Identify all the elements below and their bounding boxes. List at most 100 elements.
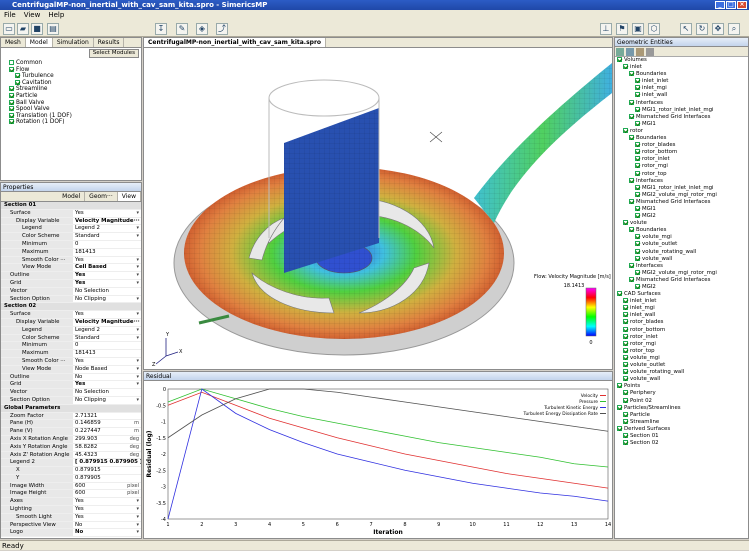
model-tree-item[interactable]: Particle: [3, 92, 141, 100]
dropdown-arrow-icon[interactable]: ▾: [136, 498, 139, 505]
geo-tree-item[interactable]: Derived Surfaces: [617, 425, 748, 433]
checkbox[interactable]: [623, 298, 628, 304]
checkbox[interactable]: [635, 92, 640, 98]
geo-tree-item[interactable]: Section 01: [617, 432, 748, 440]
checkbox[interactable]: [623, 305, 628, 311]
dropdown-arrow-icon[interactable]: ▾: [136, 522, 139, 529]
property-value[interactable]: 58.8282 deg: [73, 444, 141, 451]
dropdown-arrow-icon[interactable]: ▾: [136, 506, 139, 513]
property-value[interactable]: Legend 2 ▾: [73, 327, 141, 334]
edit-icon[interactable]: ✎: [176, 23, 188, 35]
property-value[interactable]: Yes ▾: [73, 257, 141, 264]
geo-tree-item[interactable]: MGI2_volute_mgi_rotor_mgi: [617, 269, 748, 277]
property-value[interactable]: 600 pixel: [73, 483, 141, 490]
dropdown-arrow-icon[interactable]: ▾: [136, 280, 139, 287]
close-button[interactable]: ×: [737, 1, 747, 9]
checkbox[interactable]: [623, 347, 628, 353]
checkbox[interactable]: [629, 177, 634, 183]
property-value[interactable]: Standard ▾: [73, 233, 141, 240]
property-row[interactable]: Smooth Light Yes ▾: [1, 513, 141, 522]
model-tree-item[interactable]: Rotation (1 DOF): [3, 119, 141, 126]
import-icon[interactable]: ↧: [155, 23, 167, 35]
filter-icon[interactable]: [646, 48, 654, 56]
dropdown-arrow-icon[interactable]: ▾: [136, 257, 139, 264]
property-row[interactable]: Image Width 600 pixel: [1, 482, 141, 491]
model-tree-item[interactable]: Spool Valve: [3, 106, 141, 113]
property-row[interactable]: Smooth Color ··· Yes ▾: [1, 357, 141, 366]
tab-results[interactable]: Results: [94, 38, 125, 47]
dropdown-arrow-icon[interactable]: ▾: [136, 233, 139, 240]
checkbox[interactable]: [617, 425, 622, 431]
checkbox[interactable]: [9, 86, 14, 92]
run-chart-icon[interactable]: ⤴: [216, 23, 228, 35]
property-row[interactable]: X 0.879915: [1, 467, 141, 475]
checkbox[interactable]: [617, 291, 622, 297]
property-row[interactable]: Outline Yes ▾: [1, 272, 141, 280]
new-file-icon[interactable]: ▭: [3, 23, 15, 35]
property-row[interactable]: View Mode Cell Based ▾: [1, 264, 141, 273]
property-value[interactable]: Node Based ▾: [73, 366, 141, 373]
property-row[interactable]: Smooth Color ··· Yes ▾: [1, 256, 141, 265]
dropdown-arrow-icon[interactable]: ▾: [136, 366, 139, 373]
property-row[interactable]: Section Option No Clipping ▾: [1, 396, 141, 405]
geo-tree-item[interactable]: Boundaries: [617, 227, 748, 234]
property-row[interactable]: Y 0.879905: [1, 474, 141, 483]
zoom-icon[interactable]: ⌕: [728, 23, 740, 35]
checkbox[interactable]: [629, 135, 634, 141]
dropdown-arrow-icon[interactable]: ▾: [136, 264, 139, 271]
property-row[interactable]: Legend Legend 2 ▾: [1, 225, 141, 234]
checkbox[interactable]: [617, 383, 622, 389]
model-tree-item[interactable]: Turbulence: [3, 73, 141, 80]
geo-tree-item[interactable]: Point 02: [617, 397, 748, 405]
property-row[interactable]: Grid Yes ▾: [1, 279, 141, 288]
rotate-icon[interactable]: ↻: [696, 23, 708, 35]
geo-tree-item[interactable]: Boundaries: [617, 71, 748, 78]
property-value[interactable]: [ 0.879915 0.879905 ]: [73, 459, 141, 466]
checkbox[interactable]: [635, 205, 640, 211]
property-row[interactable]: Color Scheme Standard ▾: [1, 233, 141, 241]
property-row[interactable]: Section 01: [1, 202, 141, 210]
tab-viewport-file[interactable]: CentrifugalMP-non_inertial_with_cav_sam_…: [144, 38, 327, 47]
geo-tree-item[interactable]: volute_mgi: [617, 234, 748, 241]
checkbox[interactable]: [9, 106, 14, 112]
geo-tree-item[interactable]: rotor_inlet: [617, 156, 748, 163]
tab-mesh[interactable]: Mesh: [1, 38, 26, 47]
property-value[interactable]: 181413: [73, 350, 141, 357]
property-value[interactable]: Yes ▾: [73, 272, 141, 279]
property-value[interactable]: No Clipping ▾: [73, 296, 141, 303]
checkbox[interactable]: [629, 198, 634, 204]
geo-tree-item[interactable]: MGI1: [617, 205, 748, 213]
dropdown-arrow-icon[interactable]: ▾: [136, 327, 139, 334]
property-row[interactable]: View Mode Node Based ▾: [1, 365, 141, 374]
property-value[interactable]: 181413: [73, 249, 141, 256]
property-value[interactable]: 2.71321: [73, 413, 141, 420]
tab-props-view[interactable]: View: [117, 192, 141, 201]
geo-tree-item[interactable]: rotor: [617, 127, 748, 135]
property-row[interactable]: Surface Yes ▾: [1, 209, 141, 218]
property-value[interactable]: No Selection: [73, 389, 141, 396]
checkbox[interactable]: [629, 99, 634, 105]
property-row[interactable]: Zoom Factor 2.71321: [1, 412, 141, 421]
tab-props-model[interactable]: Model: [58, 192, 86, 201]
dropdown-arrow-icon[interactable]: ▾: [136, 272, 139, 279]
geo-tree-item[interactable]: CAD Surfaces: [617, 291, 748, 298]
checkbox[interactable]: [623, 64, 628, 70]
property-row[interactable]: Minimum 0: [1, 342, 141, 351]
select-modules-button[interactable]: Select Modules: [88, 49, 139, 58]
geo-tree-item[interactable]: MGI2: [617, 213, 748, 220]
property-row[interactable]: Axis X Rotation Angle 299.903 deg: [1, 435, 141, 444]
property-row[interactable]: Pane (V) 0.227447 m: [1, 428, 141, 436]
geo-tree-item[interactable]: Volumes: [617, 57, 748, 64]
property-value[interactable]: Yes ▾: [73, 280, 141, 287]
checkbox[interactable]: [9, 112, 14, 118]
checkbox[interactable]: [623, 440, 628, 446]
property-value[interactable]: Yes ▾: [73, 358, 141, 365]
geo-tree-item[interactable]: inlet_inlet: [617, 298, 748, 305]
geo-tree-item[interactable]: Interfaces: [617, 99, 748, 107]
checkbox[interactable]: [623, 397, 628, 403]
dropdown-arrow-icon[interactable]: ▾: [136, 381, 139, 388]
flag-icon[interactable]: ⚑: [616, 23, 628, 35]
view-axes-icon[interactable]: ⊥: [600, 23, 612, 35]
property-value[interactable]: [73, 405, 141, 412]
open-folder-icon[interactable]: ▰: [17, 23, 29, 35]
